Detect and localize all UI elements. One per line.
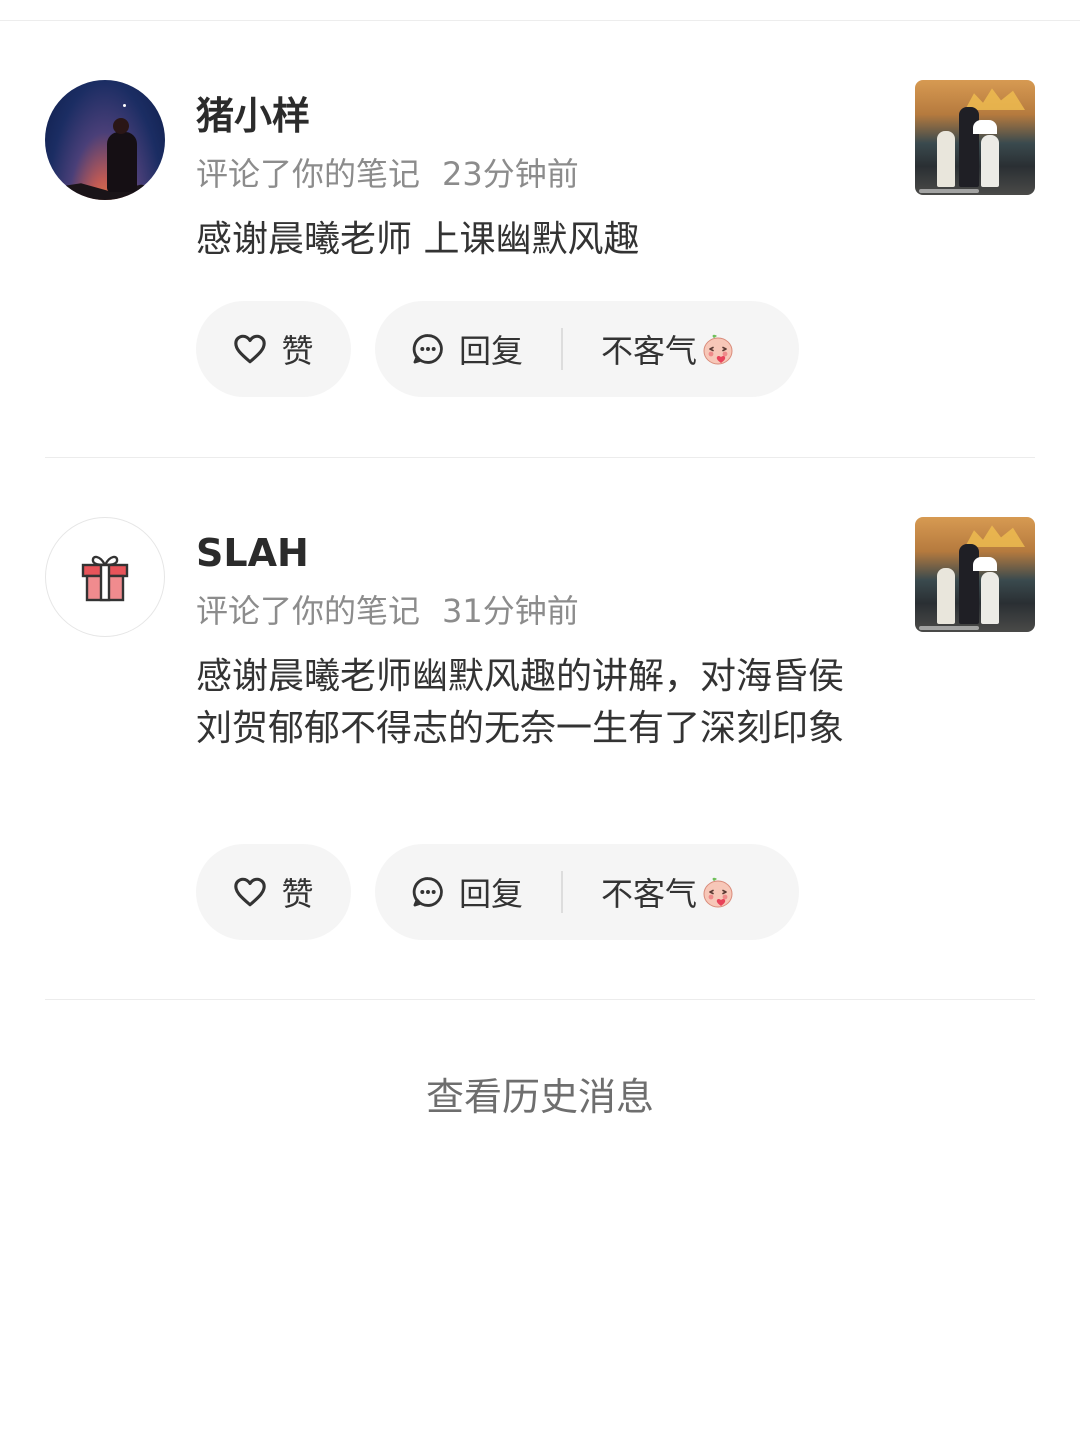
heart-outline-icon xyxy=(234,877,267,907)
thumbnail-sculpture xyxy=(965,525,1025,547)
action-text: 评论了你的笔记 xyxy=(196,592,421,630)
divider xyxy=(45,457,1035,458)
notification-meta: 评论了你的笔记 31分钟前 xyxy=(196,589,579,633)
thumbnail-figure xyxy=(959,544,979,624)
action-bar: 赞 回复 不客气 xyxy=(196,844,836,940)
timestamp: 23分钟前 xyxy=(442,155,579,193)
avatar-star xyxy=(123,104,126,107)
separator xyxy=(561,328,564,370)
reply-label: 回复 xyxy=(459,332,524,370)
gift-icon xyxy=(81,555,129,602)
thumbnail-watermark xyxy=(919,189,979,193)
kiss-face-emoji xyxy=(703,334,733,365)
like-button[interactable]: 赞 xyxy=(196,301,351,397)
reply-button[interactable]: 回复 不客气 xyxy=(375,844,799,940)
note-thumbnail[interactable] xyxy=(915,80,1035,195)
quick-reply-button[interactable]: 不客气 xyxy=(601,869,735,915)
thumbnail-figure xyxy=(959,107,979,187)
reply-button[interactable]: 回复 不客气 xyxy=(375,301,799,397)
thumbnail-figure xyxy=(937,568,955,624)
divider xyxy=(45,999,1035,1000)
reply-label: 回复 xyxy=(459,875,524,913)
chat-bubble-icon xyxy=(412,334,443,364)
user-name[interactable]: 猪小样 xyxy=(196,90,310,142)
top-divider xyxy=(0,20,1080,21)
thumbnail-figure xyxy=(981,135,999,187)
like-button[interactable]: 赞 xyxy=(196,844,351,940)
quick-reply-button[interactable]: 不客气 xyxy=(601,326,735,372)
avatar-person xyxy=(107,118,137,192)
chat-bubble-icon xyxy=(412,877,443,907)
notification-item[interactable]: 猪小样 评论了你的笔记 23分钟前 感谢晨曦老师 上课幽默风趣 赞 回复 不客气 xyxy=(45,80,1035,400)
note-thumbnail[interactable] xyxy=(915,517,1035,632)
like-label: 赞 xyxy=(281,332,314,370)
quick-reply-label: 不客气 xyxy=(601,875,698,913)
avatar-mountain xyxy=(45,183,165,200)
like-label: 赞 xyxy=(281,875,314,913)
kiss-face-emoji xyxy=(703,877,733,908)
thumbnail-watermark xyxy=(919,626,979,630)
thumbnail-figure xyxy=(937,131,955,187)
thumbnail-sculpture xyxy=(965,88,1025,110)
notification-item[interactable]: SLAH 评论了你的笔记 31分钟前 感谢晨曦老师幽默风趣的讲解，对海昏侯刘贺郁郁… xyxy=(45,517,1035,947)
quick-reply-label: 不客气 xyxy=(601,332,698,370)
notification-meta: 评论了你的笔记 23分钟前 xyxy=(196,152,579,196)
avatar[interactable] xyxy=(45,80,165,200)
timestamp: 31分钟前 xyxy=(442,592,579,630)
thumbnail-fan xyxy=(973,557,997,571)
thumbnail-figure xyxy=(981,572,999,624)
thumbnail-fan xyxy=(973,120,997,134)
view-history-button[interactable]: 查看历史消息 xyxy=(0,1072,1080,1122)
avatar[interactable] xyxy=(45,517,165,637)
comment-text: 感谢晨曦老师 上课幽默风趣 xyxy=(196,219,640,260)
user-name[interactable]: SLAH xyxy=(196,527,309,579)
action-bar: 赞 回复 不客气 xyxy=(196,301,836,397)
heart-outline-icon xyxy=(234,334,267,364)
comment-text: 感谢晨曦老师幽默风趣的讲解，对海昏侯刘贺郁郁不得志的无奈一生有了深刻印象 xyxy=(196,656,845,749)
action-text: 评论了你的笔记 xyxy=(196,155,421,193)
separator xyxy=(561,871,564,913)
